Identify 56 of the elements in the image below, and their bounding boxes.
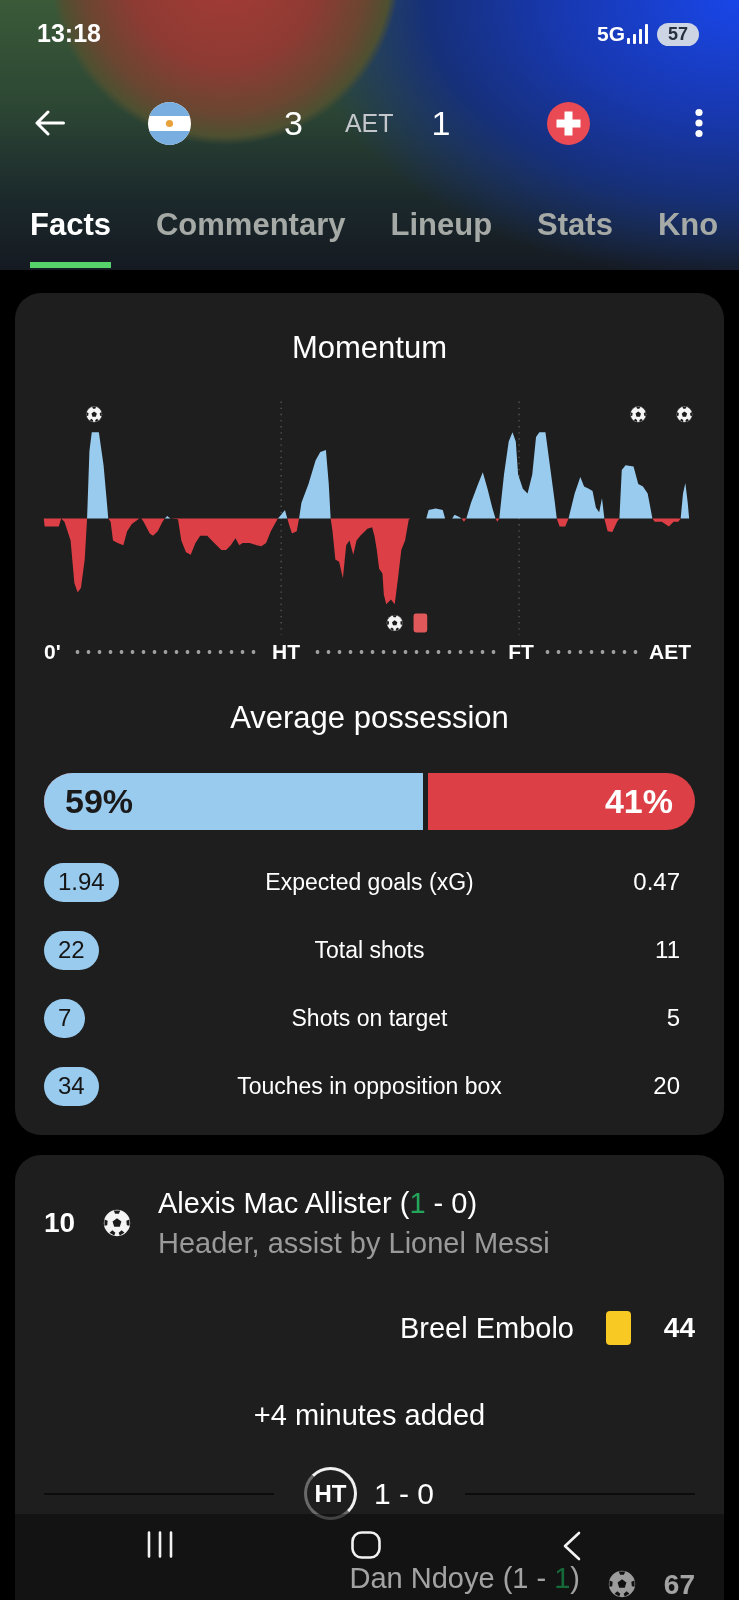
goal-detail-text: Header, assist by Lionel Messi: [158, 1226, 550, 1261]
home-stat-value: 22: [44, 930, 99, 970]
event-minute: 67: [662, 1571, 695, 1599]
away-stat-value: 20: [653, 1071, 680, 1101]
home-score: 3: [284, 103, 303, 143]
stat-label: Shots on target: [291, 1004, 448, 1033]
status-time: 13:18: [37, 18, 101, 50]
possession-title: Average possession: [230, 699, 509, 737]
back-icon[interactable]: [562, 1531, 582, 1561]
tab[interactable]: Stats: [537, 206, 613, 268]
tab[interactable]: Facts: [30, 206, 111, 268]
battery-indicator: 57: [657, 22, 699, 46]
home-possession-value: 59%: [65, 781, 134, 822]
goal-scorer-text: Dan Ndoye (1 - 1): [349, 1562, 580, 1594]
tab[interactable]: Lineup: [390, 206, 493, 268]
team-flag-icon[interactable]: [148, 101, 191, 145]
timeline-label: AET: [649, 639, 691, 666]
stat-label: Touches in opposition box: [237, 1072, 502, 1101]
recent-apps-icon[interactable]: [147, 1531, 173, 1558]
away-stat-value: 0.47: [633, 867, 680, 897]
timeline-label: 0': [44, 639, 61, 666]
event-minute: 44: [662, 1314, 695, 1342]
match-status: AET: [344, 108, 394, 139]
added-time-text: +4 minutes added: [253, 1398, 486, 1433]
stat-label: Total shots: [314, 936, 425, 965]
home-icon[interactable]: [351, 1531, 381, 1559]
goal-marker-icon: [386, 614, 403, 632]
signal-icon: [627, 24, 648, 44]
stat-label: Expected goals (xG): [265, 868, 474, 897]
goal-scorer-text: Alexis Mac Allister (1 - 0): [158, 1186, 478, 1221]
goal-marker-icon: [85, 406, 103, 423]
booking-card-icon: [606, 1311, 631, 1345]
home-stat-value: 7: [44, 998, 86, 1038]
goal-marker-icon: [630, 406, 647, 423]
home-stat-value: 1.94: [44, 862, 119, 902]
goal-marker-icon: [676, 406, 693, 423]
event-minute: 10: [44, 1209, 77, 1237]
network-type: 5G: [597, 21, 625, 48]
player-name: Breel Embolo: [399, 1311, 574, 1346]
timeline-label: FT: [508, 639, 534, 666]
away-score: 1: [431, 103, 451, 143]
half-time-badge: HT: [304, 1467, 357, 1520]
away-stat-value: 11: [655, 935, 680, 965]
more-options-icon[interactable]: [694, 108, 705, 138]
away-possession-value: 41%: [604, 781, 674, 822]
away-stat-value: 5: [666, 1003, 680, 1033]
momentum-title: Momentum: [291, 329, 447, 367]
home-stat-value: 34: [44, 1066, 99, 1106]
timeline-label: HT: [272, 639, 300, 666]
tab[interactable]: Commentary: [156, 206, 346, 268]
half-time-score: 1 - 0: [374, 1475, 434, 1512]
tab[interactable]: Kno: [657, 206, 719, 268]
back-arrow-icon[interactable]: [35, 110, 65, 136]
football-icon: [103, 1209, 131, 1237]
team-flag-icon[interactable]: [547, 101, 591, 145]
card-marker-icon: [413, 613, 428, 633]
